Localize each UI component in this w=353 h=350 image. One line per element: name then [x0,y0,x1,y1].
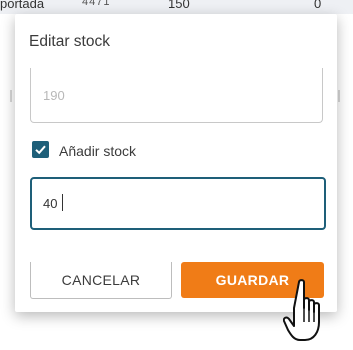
stock-amount-value: 40 [43,196,58,211]
background-table-row: portada 4471 150 0 [0,0,353,14]
background-cell: 150 [168,0,190,11]
current-stock-field[interactable]: 190 [30,68,323,123]
background-divider [338,90,340,102]
add-stock-label: Añadir stock [59,143,137,159]
cancel-button[interactable]: CANCELAR [30,262,172,299]
stock-amount-input[interactable]: 40 [30,177,326,230]
current-stock-value: 190 [43,88,65,103]
add-stock-checkbox[interactable] [32,141,49,158]
hand-pointer-icon [283,279,320,341]
dialog-title: Editar stock [29,33,110,50]
background-cell: 0 [314,0,322,11]
background-divider [10,90,12,102]
background-cell: 4471 [82,0,111,8]
text-caret [62,194,63,211]
edit-stock-dialog: Editar stock 190 Añadir stock 40 CANCELA… [15,14,337,312]
check-icon [35,145,46,155]
background-cell: portada [0,0,45,11]
